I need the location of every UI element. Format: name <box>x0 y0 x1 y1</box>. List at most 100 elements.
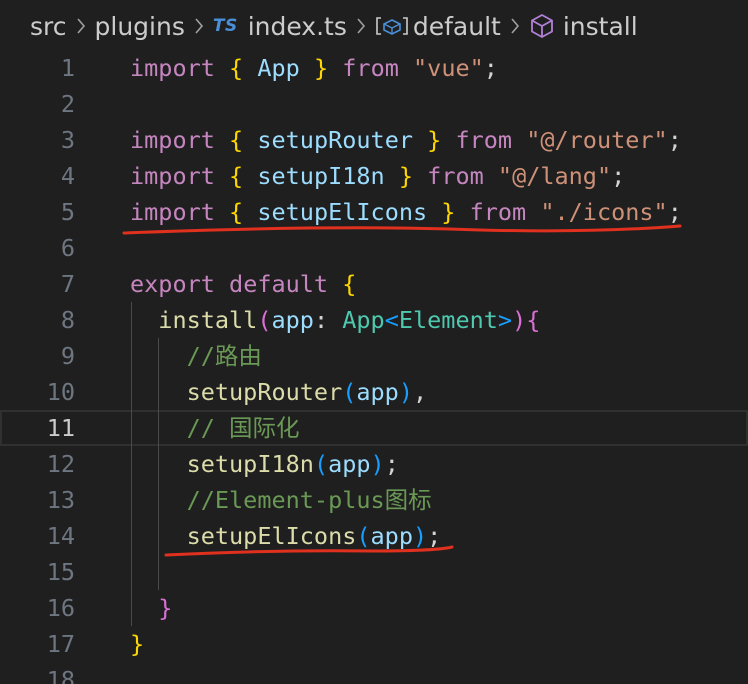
code-line-7[interactable]: 7 export default { <box>0 266 748 302</box>
code-token: ( <box>257 306 272 334</box>
code-line-3[interactable]: 3 import { setupRouter } from "@/router"; <box>0 122 748 158</box>
code-token: "@/lang" <box>497 162 612 190</box>
code-line-18[interactable]: 18 <box>0 662 748 684</box>
code-token: } <box>313 54 329 82</box>
code-token: from <box>342 54 399 82</box>
code-token: ) <box>412 522 428 550</box>
code-text: export default { <box>130 266 356 302</box>
code-token: //Element-plus图标 <box>186 486 432 514</box>
code-token: setupRouter <box>257 126 413 154</box>
code-token: import <box>130 126 215 154</box>
indent-guide <box>158 338 159 590</box>
line-number: 11 <box>46 414 75 442</box>
line-number: 5 <box>60 198 75 226</box>
code-token: app <box>370 522 413 550</box>
code-token: { <box>229 198 244 226</box>
code-token: // 国际化 <box>186 414 300 442</box>
breadcrumb-item-plugins[interactable]: plugins <box>95 12 185 41</box>
code-token: app <box>328 450 371 478</box>
code-token: { <box>229 126 244 154</box>
code-line-14[interactable]: 14 setupElIcons(app); <box>0 518 748 554</box>
code-line-12[interactable]: 12 setupI18n(app); <box>0 446 748 482</box>
code-line-16[interactable]: 16 } <box>0 590 748 626</box>
line-number: 4 <box>60 162 75 190</box>
code-line-17[interactable]: 17} <box>0 626 748 662</box>
code-token: "@/router" <box>526 126 668 154</box>
code-token: > <box>497 306 513 334</box>
code-text: //路由 <box>130 338 262 374</box>
code-token: setupI18n <box>257 162 385 190</box>
code-text: // 国际化 <box>130 410 300 446</box>
code-line-10[interactable]: 10 setupRouter(app), <box>0 374 748 410</box>
chevron-right-icon <box>76 18 86 34</box>
code-line-1[interactable]: 1 import { App } from "vue"; <box>0 50 748 86</box>
breadcrumb-item-install[interactable]: install <box>529 12 638 41</box>
code-token: ( <box>342 378 357 406</box>
code-token: import <box>130 162 215 190</box>
code-line-11[interactable]: 11 // 国际化 <box>0 410 748 446</box>
line-number: 18 <box>46 666 75 684</box>
code-line-9[interactable]: 9 //路由 <box>0 338 748 374</box>
code-token: Element <box>398 306 498 334</box>
code-text: import { App } from "vue"; <box>130 50 498 86</box>
code-line-4[interactable]: 4 import { setupI18n } from "@/lang"; <box>0 158 748 194</box>
code-line-5[interactable]: 5 import { setupElIcons } from "./icons"; <box>0 194 748 230</box>
code-token: setupElIcons <box>257 198 428 226</box>
line-number: 13 <box>46 486 75 514</box>
code-token: ) <box>398 378 413 406</box>
code-token: , <box>413 378 428 406</box>
code-token: ; <box>667 198 682 226</box>
code-line-15[interactable]: 15 <box>0 554 748 590</box>
code-token: setupRouter <box>186 378 343 406</box>
indent-guide <box>131 302 132 626</box>
line-number: 15 <box>46 558 75 586</box>
code-editor[interactable]: 1 import { App } from "vue"; 2 3 import { se… <box>0 50 748 684</box>
code-text: } <box>130 590 172 626</box>
code-token: from <box>469 198 527 226</box>
code-text: import { setupRouter } from "@/router"; <box>130 122 682 158</box>
cube-icon <box>529 13 555 39</box>
code-token: "./icons" <box>540 198 668 226</box>
line-number: 14 <box>46 522 75 550</box>
code-token: ; <box>427 522 442 550</box>
line-number: 1 <box>60 54 75 82</box>
code-text: setupI18n(app); <box>130 446 399 482</box>
breadcrumb-item-src[interactable]: src <box>30 12 67 41</box>
code-line-13[interactable]: 13 //Element-plus图标 <box>0 482 748 518</box>
code-token: } <box>441 198 456 226</box>
code-token: } <box>130 630 145 658</box>
line-number: 16 <box>46 594 75 622</box>
module-icon <box>375 15 409 37</box>
code-line-6[interactable]: 6 <box>0 230 748 266</box>
line-number: 17 <box>46 630 75 658</box>
code-token: import <box>130 198 215 226</box>
code-line-2[interactable]: 2 <box>0 86 748 122</box>
code-token: from <box>427 162 484 190</box>
code-token: ; <box>667 126 682 154</box>
code-token: { <box>526 306 541 334</box>
code-token: default <box>229 270 329 298</box>
code-token: App <box>257 54 300 82</box>
breadcrumb-item-file[interactable]: TS index.ts <box>213 12 347 41</box>
code-line-8[interactable]: 8 install(app: App<Element>){ <box>0 302 748 338</box>
breadcrumb-item-default[interactable]: default <box>375 12 501 41</box>
code-token: : <box>313 306 343 334</box>
code-token: ( <box>356 522 371 550</box>
typescript-file-icon: TS <box>212 16 238 36</box>
code-token: { <box>229 54 244 82</box>
code-token: app <box>271 306 314 334</box>
code-token: } <box>158 594 173 622</box>
code-token: from <box>455 126 513 154</box>
